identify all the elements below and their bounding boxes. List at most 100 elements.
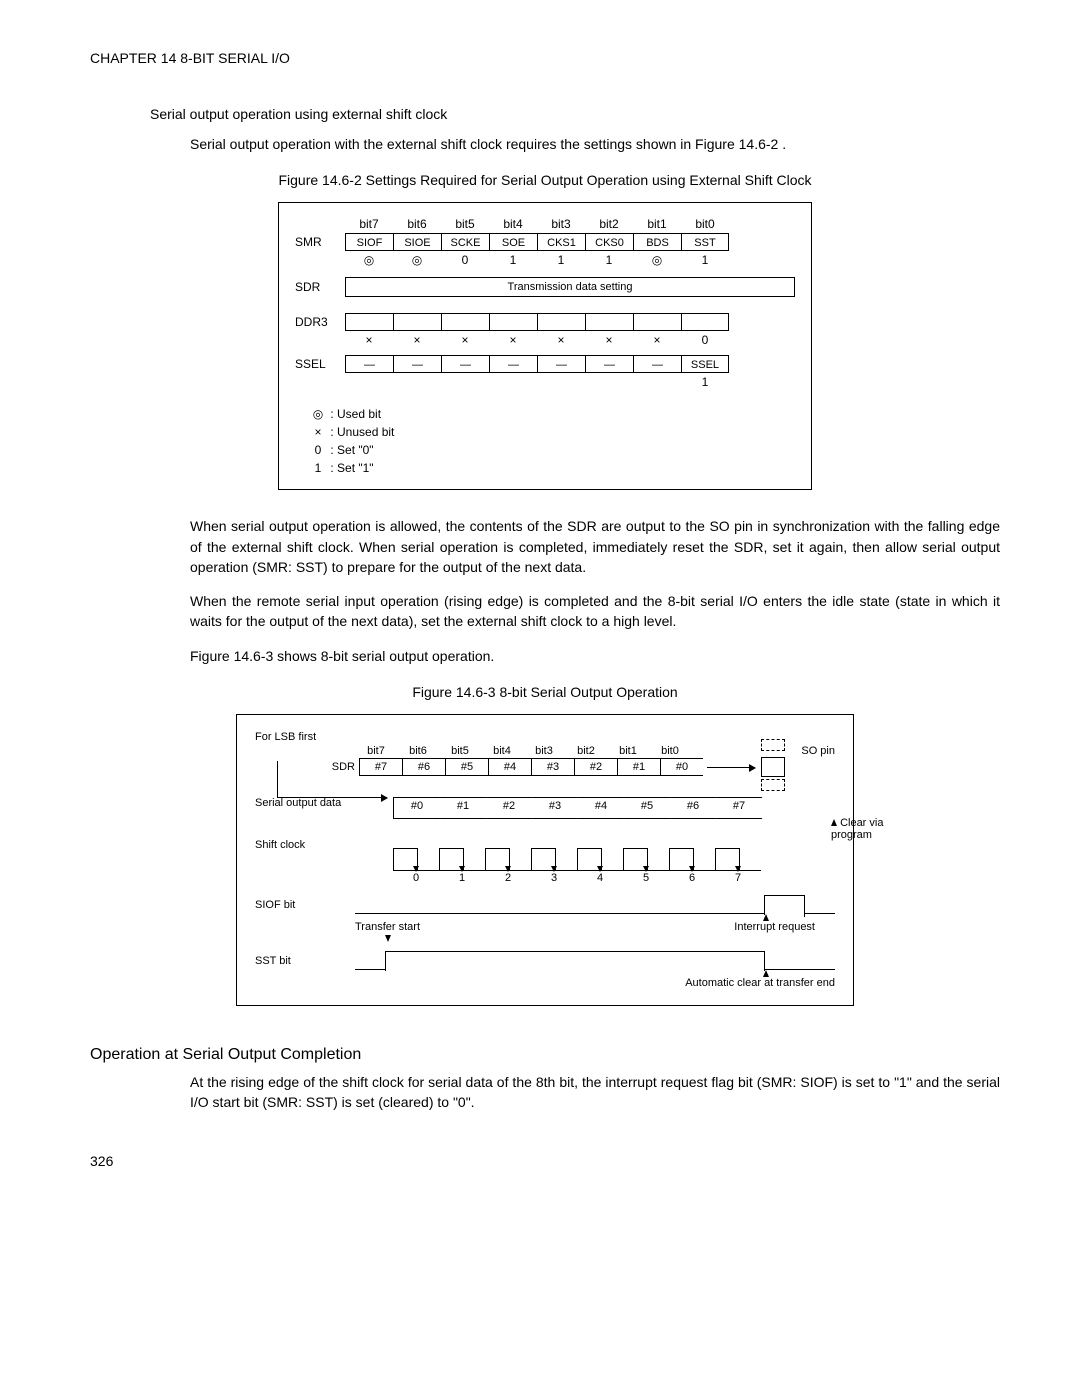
bit-name: — xyxy=(489,355,537,373)
bit-header: bit0 xyxy=(649,745,691,757)
section-title: Serial output operation using external s… xyxy=(150,106,1000,122)
bit-cell xyxy=(441,313,489,331)
bit-header: bit3 xyxy=(523,745,565,757)
sdr-cell: #0 xyxy=(660,758,703,776)
bit-name: SST xyxy=(681,233,729,251)
bit-value: ◎ xyxy=(633,253,681,267)
bit-header: bit7 xyxy=(355,745,397,757)
clear-program-label: Clear via program xyxy=(831,817,921,841)
bit-header: bit6 xyxy=(393,217,441,231)
bit-name: — xyxy=(585,355,633,373)
bit-header: bit2 xyxy=(585,217,633,231)
bit-cell xyxy=(537,313,585,331)
bit-header: bit6 xyxy=(397,745,439,757)
bit-value: ◎ xyxy=(345,253,393,267)
sdr-text: Transmission data setting xyxy=(345,277,795,297)
bit-name: — xyxy=(441,355,489,373)
siof-label: SIOF bit xyxy=(255,899,355,911)
bit-value: 1 xyxy=(489,253,537,267)
legend: ◎ : Used bit × : Unused bit 0 : Set "0" … xyxy=(309,405,795,477)
page-number: 326 xyxy=(90,1153,1000,1169)
chapter-header: CHAPTER 14 8-BIT SERIAL I/O xyxy=(90,50,1000,66)
bit-cell xyxy=(633,313,681,331)
bit-header: bit3 xyxy=(537,217,585,231)
bit-header: bit4 xyxy=(489,217,537,231)
hex-cell: #5 xyxy=(624,800,670,812)
bit-name: CKS0 xyxy=(585,233,633,251)
sdr-cell: #6 xyxy=(402,758,445,776)
hex-cell: #1 xyxy=(440,800,486,812)
bit-name: — xyxy=(345,355,393,373)
bit-name: SOE xyxy=(489,233,537,251)
interrupt-label: Interrupt request xyxy=(734,921,815,933)
timing-diagram: For LSB first bit7 bit6 bit5 bit4 bit3 b… xyxy=(236,714,854,1006)
bit-value: × xyxy=(393,333,441,347)
bit-cell xyxy=(489,313,537,331)
bit-value: × xyxy=(585,333,633,347)
shift-clock-label: Shift clock xyxy=(255,839,355,851)
hex-cell: #2 xyxy=(486,800,532,812)
bit-cell xyxy=(345,313,393,331)
bit-header: bit7 xyxy=(345,217,393,231)
down-arrow-icon xyxy=(385,935,391,942)
bit-name: SIOE xyxy=(393,233,441,251)
transfer-start-label: Transfer start xyxy=(355,921,420,933)
arrow-icon xyxy=(707,767,755,768)
bit-header: bit1 xyxy=(607,745,649,757)
sdr-cell: #7 xyxy=(359,758,402,776)
paragraph: At the rising edge of the shift clock fo… xyxy=(190,1072,1000,1113)
bit-cell xyxy=(393,313,441,331)
bit-name: — xyxy=(537,355,585,373)
bit-header: bit4 xyxy=(481,745,523,757)
bit-name: SCKE xyxy=(441,233,489,251)
sdr-label: SDR xyxy=(255,761,359,773)
sdr-cell: #2 xyxy=(574,758,617,776)
bit-cell xyxy=(585,313,633,331)
bit-name: — xyxy=(393,355,441,373)
hex-cell: #6 xyxy=(670,800,716,812)
bit-name: CKS1 xyxy=(537,233,585,251)
serial-output-label: Serial output data xyxy=(255,797,355,809)
figure-caption-2: Figure 14.6-3 8-bit Serial Output Operat… xyxy=(90,684,1000,700)
register-name: DDR3 xyxy=(295,315,345,329)
sdr-cell: #5 xyxy=(445,758,488,776)
hex-cell: #3 xyxy=(532,800,578,812)
up-arrow-icon xyxy=(763,914,769,921)
bit-header: bit1 xyxy=(633,217,681,231)
hex-cell: #7 xyxy=(716,800,762,812)
so-pin-box xyxy=(761,757,785,777)
bit-value: 1 xyxy=(681,375,729,389)
sdr-cell: #1 xyxy=(617,758,660,776)
hex-cell: #4 xyxy=(578,800,624,812)
bit-cell xyxy=(681,313,729,331)
lsb-first-label: For LSB first xyxy=(255,731,835,743)
bit-value: 1 xyxy=(585,253,633,267)
sst-label: SST bit xyxy=(255,955,355,967)
so-pin-label: SO pin xyxy=(801,745,835,757)
up-arrow-icon xyxy=(763,970,769,977)
sdr-cell: #4 xyxy=(488,758,531,776)
bit-value: 1 xyxy=(537,253,585,267)
bit-value: 0 xyxy=(441,253,489,267)
auto-clear-label: Automatic clear at transfer end xyxy=(685,977,835,989)
bit-header: bit5 xyxy=(441,217,489,231)
bit-name: — xyxy=(633,355,681,373)
register-diagram: bit7 bit6 bit5 bit4 bit3 bit2 bit1 bit0 … xyxy=(278,202,812,490)
bit-value: 1 xyxy=(681,253,729,267)
hex-cell: #0 xyxy=(394,800,440,812)
register-name: SDR xyxy=(295,280,345,294)
bit-header: bit0 xyxy=(681,217,729,231)
bit-value: × xyxy=(489,333,537,347)
bit-name: SSEL xyxy=(681,355,729,373)
sdr-cell: #3 xyxy=(531,758,574,776)
register-name: SSEL xyxy=(295,357,345,371)
paragraph: When the remote serial input operation (… xyxy=(190,591,1000,632)
bit-value: × xyxy=(633,333,681,347)
bit-value: × xyxy=(441,333,489,347)
bit-value: 0 xyxy=(681,333,729,347)
section-body: Serial output operation with the externa… xyxy=(190,134,1000,154)
bit-header: bit2 xyxy=(565,745,607,757)
bit-value: ◎ xyxy=(393,253,441,267)
figure-caption-1: Figure 14.6-2 Settings Required for Seri… xyxy=(90,172,1000,188)
paragraph: Figure 14.6-3 shows 8-bit serial output … xyxy=(190,646,1000,666)
